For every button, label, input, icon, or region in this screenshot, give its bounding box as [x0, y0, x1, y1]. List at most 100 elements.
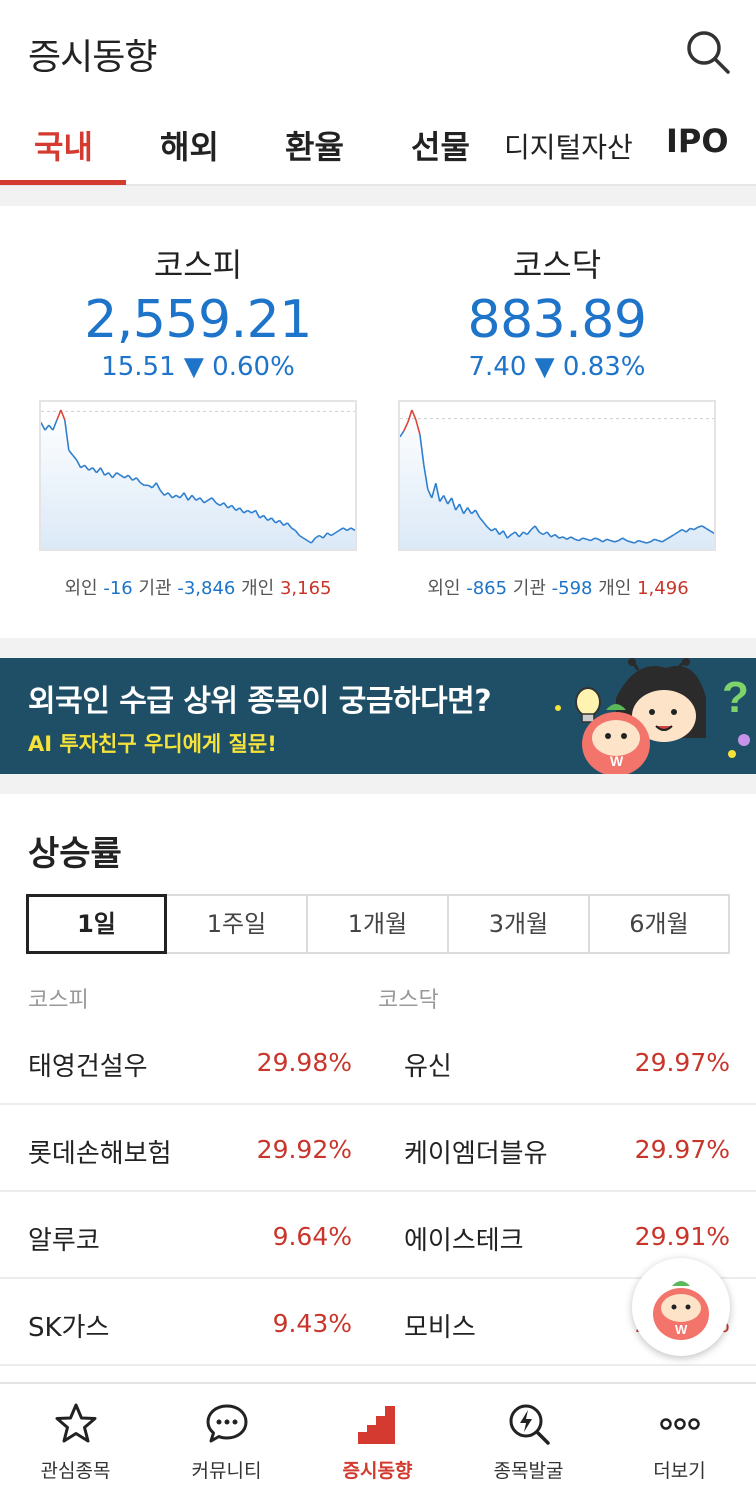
kospi-stock-name[interactable]: 알루코 — [28, 1220, 100, 1257]
svg-text:?: ? — [722, 673, 749, 722]
nav-label: 커뮤니티 — [191, 1460, 262, 1482]
kosdaq-stock-name[interactable]: 모비스 — [404, 1307, 476, 1344]
period-6-months[interactable]: 6개월 — [588, 894, 730, 954]
period-1-week[interactable]: 1주일 — [165, 894, 308, 954]
nav-label: 종목발굴 — [493, 1460, 564, 1482]
search-icon[interactable] — [684, 28, 732, 76]
nav-community[interactable]: 커뮤니티 — [151, 1384, 302, 1492]
active-tab-underline — [0, 180, 126, 185]
nav-label: 더보기 — [653, 1460, 706, 1482]
banner-headline: 외국인 수급 상위 종목이 궁금하다면? — [28, 684, 492, 719]
kospi-stock-change: 9.43% — [272, 1309, 352, 1338]
period-3-months[interactable]: 3개월 — [447, 894, 590, 954]
kospi-intraday-chart[interactable] — [39, 400, 357, 551]
period-1-month[interactable]: 1개월 — [306, 894, 449, 954]
nav-stock-discovery[interactable]: 종목발굴 — [453, 1384, 604, 1492]
nav-more[interactable]: 더보기 — [604, 1384, 755, 1492]
change-percent: 0.83% — [562, 352, 646, 382]
tab-exchange-rate[interactable]: 환율 — [285, 122, 344, 168]
kosdaq-column-label: 코스닥 — [378, 988, 439, 1013]
row-divider — [0, 1190, 756, 1192]
kosdaq-stock-name[interactable]: 에이스테크 — [404, 1220, 524, 1257]
down-triangle-icon: ▼ — [183, 352, 204, 382]
section-divider — [0, 774, 756, 794]
index-change: 15.51 ▼ 0.60% — [38, 352, 358, 382]
individual-label: 개인 — [241, 578, 275, 599]
foreign-value: -865 — [466, 578, 508, 599]
institution-value: -598 — [551, 578, 593, 599]
kospi-stock-change: 29.92% — [256, 1135, 352, 1164]
index-change: 7.40 ▼ 0.83% — [397, 352, 717, 382]
individual-value: 1,496 — [637, 578, 689, 599]
kosdaq-stock-change: 29.97% — [634, 1135, 730, 1164]
kosdaq-stock-name[interactable]: 케이엠더블유 — [404, 1133, 548, 1170]
bar-chart-icon — [358, 1406, 395, 1444]
change-amount: 15.51 — [101, 352, 176, 382]
change-amount: 7.40 — [468, 352, 527, 382]
ai-assistant-fab[interactable]: W — [632, 1258, 730, 1356]
individual-value: 3,165 — [279, 578, 332, 599]
page-title: 증시동향 — [28, 37, 157, 78]
index-name: 코스피 — [153, 246, 243, 284]
section-divider — [0, 186, 756, 206]
foreign-value: -16 — [103, 578, 133, 599]
kosdaq-investor-flow: 외인 -865 기관 -598 개인 1,496 — [388, 574, 728, 600]
institution-label: 기관 — [512, 578, 546, 599]
kospi-stock-change: 9.64% — [272, 1222, 352, 1251]
row-divider — [0, 1364, 756, 1366]
kospi-chart-svg — [40, 409, 356, 549]
kosdaq-stock-change: 29.97% — [634, 1048, 730, 1077]
section-title: 상승률 — [28, 834, 122, 874]
index-value: 883.89 — [467, 290, 647, 350]
nav-watchlist[interactable]: 관심종목 — [0, 1384, 151, 1492]
ai-promo-banner[interactable]: 외국인 수급 상위 종목이 궁금하다면? AI 투자친구 우디에게 질문! W … — [0, 658, 756, 774]
kospi-stock-name[interactable]: 롯데손해보험 — [28, 1133, 172, 1170]
tab-futures[interactable]: 선물 — [411, 122, 470, 168]
section-divider — [0, 638, 756, 658]
kosdaq-stock-change: 29.91% — [634, 1222, 730, 1251]
foreign-label: 외인 — [64, 578, 98, 599]
tab-domestic[interactable]: 국내 — [34, 122, 93, 168]
tab-digital-assets[interactable]: 디지털자산 — [504, 126, 633, 166]
nav-market-trends[interactable]: 증시동향 — [302, 1384, 453, 1492]
lightning-search-icon — [509, 1404, 550, 1445]
more-dots-icon — [660, 1418, 700, 1430]
kosdaq-chart-svg — [399, 409, 715, 549]
app-header: 증시동향 — [0, 0, 756, 100]
index-name: 코스닥 — [512, 246, 602, 284]
tab-overseas[interactable]: 해외 — [160, 122, 219, 168]
down-triangle-icon: ▼ — [534, 352, 555, 382]
period-selector: 1일 1주일 1개월 3개월 6개월 — [26, 894, 730, 954]
kosdaq-intraday-chart[interactable] — [398, 400, 716, 551]
institution-label: 기관 — [138, 578, 172, 599]
institution-value: -3,846 — [177, 578, 236, 599]
chart-area-fill — [41, 410, 355, 549]
kospi-summary[interactable]: 코스피 2,559.21 15.51 ▼ 0.60% — [38, 240, 358, 382]
individual-label: 개인 — [598, 578, 632, 599]
foreign-label: 외인 — [427, 578, 461, 599]
chat-bubble-icon — [206, 1404, 248, 1443]
chart-area-fill — [400, 410, 714, 549]
nav-label: 증시동향 — [342, 1460, 413, 1482]
market-tabs: 국내 해외 환율 선물 디지털자산 IPO — [0, 100, 756, 186]
change-percent: 0.60% — [212, 352, 295, 382]
kospi-stock-change: 29.98% — [256, 1048, 352, 1077]
kospi-stock-name[interactable]: 태영건설우 — [28, 1046, 148, 1083]
svg-text:W: W — [610, 753, 624, 769]
svg-text:W: W — [675, 1322, 688, 1337]
kospi-stock-name[interactable]: SK가스 — [28, 1307, 109, 1344]
kosdaq-summary[interactable]: 코스닥 883.89 7.40 ▼ 0.83% — [397, 240, 717, 382]
star-icon — [55, 1403, 97, 1443]
kospi-column-label: 코스피 — [28, 988, 89, 1013]
nav-label: 관심종목 — [40, 1460, 111, 1482]
kosdaq-stock-name[interactable]: 유신 — [404, 1046, 452, 1083]
tab-ipo[interactable]: IPO — [666, 122, 729, 160]
mascot-icon: W — [653, 1281, 709, 1340]
index-value: 2,559.21 — [84, 290, 312, 350]
row-divider — [0, 1103, 756, 1105]
mascot-illustration: W ? — [555, 658, 750, 774]
bottom-navigation: 관심종목 커뮤니티 증시동향 종목발굴 더보기 — [0, 1382, 756, 1492]
banner-subtext: AI 투자친구 우디에게 질문! — [28, 732, 277, 756]
kospi-investor-flow: 외인 -16 기관 -3,846 개인 3,165 — [28, 574, 368, 600]
period-1-day[interactable]: 1일 — [26, 894, 167, 954]
